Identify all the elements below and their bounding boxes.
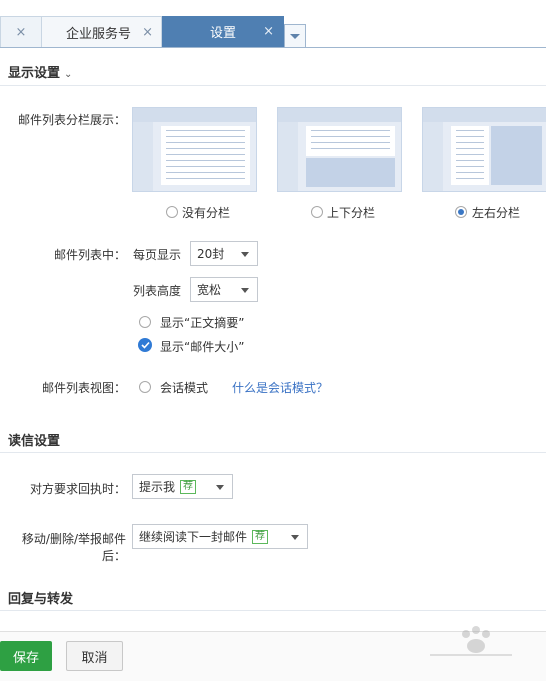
show-size-checkbox[interactable] [138,338,152,352]
conversation-mode-checkbox[interactable] [139,381,151,393]
save-button[interactable]: 保存 [0,641,52,671]
preview-no-split[interactable] [132,107,257,192]
chevron-down-icon [291,535,299,540]
show-size-label: 显示“邮件大小” [160,340,245,354]
show-summary-checkbox[interactable] [139,316,151,328]
radio-label: 左右分栏 [472,206,521,220]
tab-enterprise-service[interactable]: 企业服务号 × [42,16,162,47]
tab-settings[interactable]: 设置 × [162,16,284,47]
after-action-label: 移动/删除/举报邮件后： [21,532,126,563]
chevron-down-icon [290,33,300,39]
section-title-display[interactable]: 显示设置 ⌄ [8,62,72,81]
divider [0,452,546,453]
receipt-select[interactable]: 提示我荐 [132,474,233,499]
chevron-down-icon: ⌄ [64,69,73,80]
close-icon[interactable]: × [142,25,153,40]
chevron-down-icon [216,485,224,490]
list-label: 邮件列表中： [53,248,126,262]
radio-label: 没有分栏 [182,206,231,220]
recommended-badge: 荐 [180,479,197,494]
view-label: 邮件列表视图： [41,381,126,395]
divider [0,610,546,611]
conversation-mode-label: 会话模式 [160,381,209,395]
tab-bar: × 企业服务号 × 设置 × [0,0,546,48]
chevron-down-icon [241,288,249,293]
check-icon [140,341,150,349]
radio-left-right-split[interactable] [455,206,467,218]
divider [0,85,546,86]
preview-left-right-split[interactable] [422,107,546,192]
show-summary-label: 显示“正文摘要” [160,316,245,330]
tab-label: 企业服务号 [66,26,132,42]
radio-label: 上下分栏 [327,206,376,220]
split-label: 邮件列表分栏展示： [17,113,126,127]
height-select[interactable]: 宽松 [190,277,258,302]
conversation-help-link[interactable]: 什么是会话模式？ [232,379,328,396]
close-icon[interactable]: × [263,24,274,39]
per-page-label: 每页显示 [133,248,182,262]
recommended-badge: 荐 [252,529,269,544]
tab-label: 设置 [209,26,236,41]
close-icon[interactable]: × [16,25,27,40]
section-title-reply-forward: 回复与转发 [8,592,74,607]
radio-no-split[interactable] [166,206,178,218]
after-action-select[interactable]: 继续阅读下一封邮件荐 [132,524,308,549]
radio-top-bottom-split[interactable] [311,206,323,218]
tab-previous[interactable]: × [0,16,42,47]
preview-top-bottom-split[interactable] [277,107,402,192]
receipt-label: 对方要求回执时： [29,482,126,496]
chevron-down-icon [241,252,249,257]
tab-overflow-button[interactable] [284,24,306,47]
per-page-select[interactable]: 20封 [190,241,258,266]
watermark-logo-icon [430,626,512,656]
height-label: 列表高度 [133,284,182,298]
section-title-read: 读信设置 [8,434,61,449]
cancel-button[interactable]: 取消 [66,641,123,671]
